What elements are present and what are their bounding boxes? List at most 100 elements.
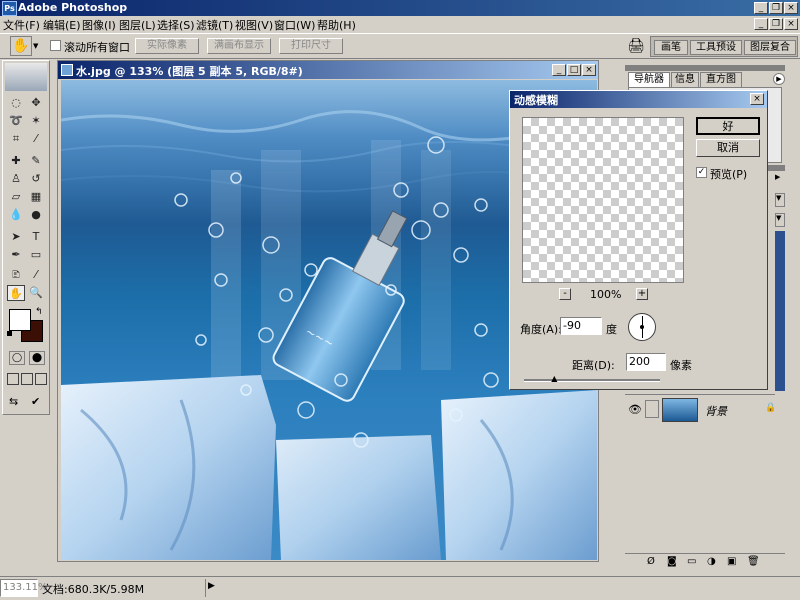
distance-slider-track[interactable] [524,379,660,382]
blend-dropdown-icon[interactable]: ▼ [775,193,785,207]
menu-image[interactable]: 图像(I) [82,17,116,33]
foreground-color-swatch[interactable] [9,309,31,331]
lasso-tool-icon[interactable]: ➰ [7,113,25,129]
screen-mode-full-icon[interactable] [35,373,47,385]
actual-pixels-button[interactable]: 实际像素 [135,38,199,54]
angle-dial[interactable] [628,313,656,341]
menu-filter[interactable]: 滤镜(T) [196,17,233,33]
new-layer-icon[interactable]: ▣ [727,556,736,567]
swap-colors-icon[interactable]: ↰ [35,307,43,317]
doc-window-close-button[interactable]: × [582,64,596,76]
default-colors-icon[interactable] [7,331,15,339]
tab-brushes[interactable]: 画笔 [654,40,688,55]
distance-input[interactable]: 200 [626,353,666,371]
pen-tool-icon[interactable]: ✒ [7,247,25,263]
history-brush-tool-icon[interactable]: ↺ [27,171,45,187]
layers-menu-icon[interactable]: ▶ [775,173,785,185]
palette-title-bar[interactable] [625,65,785,71]
move-tool-icon[interactable]: ✥ [27,95,45,111]
menu-select[interactable]: 选择(S) [157,17,195,33]
gradient-tool-icon[interactable]: ▦ [27,189,45,205]
restore-button[interactable]: ❐ [769,2,783,14]
scroll-all-windows-checkbox[interactable] [50,40,61,51]
clone-stamp-tool-icon[interactable]: ♙ [7,171,25,187]
menu-view[interactable]: 视图(V) [235,17,273,33]
zoom-in-button[interactable]: + [636,288,648,300]
healing-brush-tool-icon[interactable]: ✚ [7,153,25,169]
doc-close-button[interactable]: × [784,18,798,30]
doc-restore-button[interactable]: ❐ [769,18,783,30]
menu-file[interactable]: 文件(F) [3,17,40,33]
preset-dropdown-arrow-icon[interactable]: ▼ [33,42,38,50]
blur-tool-icon[interactable]: 💧 [7,207,25,223]
type-tool-icon[interactable]: T [27,229,45,245]
screen-mode-standard-icon[interactable] [7,373,19,385]
menu-window[interactable]: 窗口(W) [274,17,315,33]
image-ready-icon[interactable]: ✔ [31,395,47,411]
tab-navigator[interactable]: 导航器 [628,72,670,87]
ok-button[interactable]: 好 [696,117,760,135]
minimize-button[interactable]: _ [754,2,768,14]
preview-area[interactable] [522,117,684,283]
eyedropper-tool-icon[interactable]: ⁄ [27,267,45,283]
hand-tool-icon[interactable]: ✋ [7,285,25,301]
close-button[interactable]: × [784,2,798,14]
dialog-title-bar[interactable]: 动感模糊 × [510,91,767,108]
hand-tool-preset-icon[interactable]: ✋ [10,36,32,56]
zoom-tool-icon[interactable]: 🔍 [27,285,45,301]
jump-to-imageready-icon[interactable]: ⇆ [9,395,29,411]
magic-wand-tool-icon[interactable]: ✶ [27,113,45,129]
path-selection-tool-icon[interactable]: ➤ [7,229,25,245]
document-title: 水.jpg @ 133% (图层 5 副本 5, RGB/8#) [76,65,303,78]
opacity-dropdown-icon[interactable]: ▼ [775,213,785,227]
layer-name: 背景 [705,405,727,418]
print-size-button[interactable]: 打印尺寸 [279,38,343,54]
eraser-tool-icon[interactable]: ▱ [7,189,25,205]
slice-tool-icon[interactable]: ⁄ [27,131,45,147]
layer-mask-icon[interactable]: ◙ [667,556,677,567]
palette-well-icon[interactable]: 🖨 [626,37,646,55]
standard-mode-icon[interactable]: ◯ [9,351,25,365]
zoom-level-field[interactable]: 133.11% [0,579,48,597]
adjustment-layer-icon[interactable]: ◑ [707,556,716,567]
shape-tool-icon[interactable]: ▭ [27,247,45,263]
document-title-bar[interactable]: 水.jpg @ 133% (图层 5 副本 5, RGB/8#) _ □ × [58,61,598,79]
new-set-icon[interactable]: ▭ [687,556,696,567]
layer-thumbnail [662,398,698,422]
menu-help[interactable]: 帮助(H) [317,17,356,33]
menu-layer[interactable]: 图层(L) [119,17,156,33]
marquee-tool-icon[interactable]: ◌ [7,95,25,111]
tab-layer-comps[interactable]: 图层复合 [744,40,796,55]
distance-unit: 像素 [670,359,692,372]
angle-input[interactable]: -90 [560,317,602,335]
palette-menu-icon[interactable]: ▶ [773,73,785,85]
layer-visibility-eye-icon[interactable]: 👁 [628,403,642,416]
tab-histogram[interactable]: 直方图 [700,72,742,87]
doc-window-minimize-button[interactable]: _ [552,64,566,76]
feather-logo-icon[interactable] [5,63,47,91]
tab-info[interactable]: 信息 [671,72,699,87]
crop-tool-icon[interactable]: ⌗ [7,131,25,147]
brush-tool-icon[interactable]: ✎ [27,153,45,169]
fit-screen-button[interactable]: 满画布显示 [207,38,271,54]
angle-dial-center [640,325,644,329]
layer-row-background[interactable]: 👁 背景 🔒 [625,394,776,424]
layer-style-icon[interactable]: Ø [647,556,655,567]
notes-tool-icon[interactable]: 🗈 [7,267,25,283]
quick-mask-mode-icon[interactable]: ⬤ [29,351,45,365]
delete-layer-icon[interactable]: 🗑 [747,556,760,567]
preview-checkbox[interactable]: ✓ [696,167,707,178]
tab-tool-presets[interactable]: 工具预设 [690,40,742,55]
dialog-close-button[interactable]: × [750,93,764,105]
doc-window-maximize-button[interactable]: □ [567,64,581,76]
distance-slider-thumb[interactable]: ▲ [551,375,559,383]
menu-edit[interactable]: 编辑(E) [43,17,81,33]
dodge-tool-icon[interactable]: ● [27,207,45,223]
layer-link-box[interactable] [645,400,659,418]
app-title-bar: Ps Adobe Photoshop _ ❐ × [0,0,800,16]
layers-scrollbar[interactable] [775,231,785,391]
doc-minimize-button[interactable]: _ [754,18,768,30]
zoom-out-button[interactable]: - [559,288,571,300]
screen-mode-menu-icon[interactable] [21,373,33,385]
cancel-button[interactable]: 取消 [696,139,760,157]
